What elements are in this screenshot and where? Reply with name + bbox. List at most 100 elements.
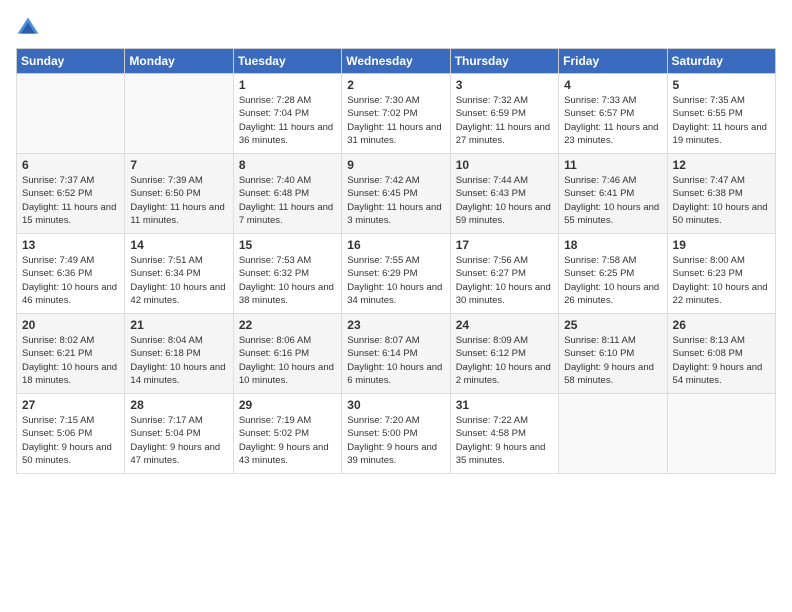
calendar-cell: 3Sunrise: 7:32 AM Sunset: 6:59 PM Daylig… [450, 74, 558, 154]
day-number: 19 [673, 238, 770, 252]
calendar-cell: 4Sunrise: 7:33 AM Sunset: 6:57 PM Daylig… [559, 74, 667, 154]
day-number: 20 [22, 318, 119, 332]
day-info: Sunrise: 8:06 AM Sunset: 6:16 PM Dayligh… [239, 334, 336, 387]
day-number: 28 [130, 398, 227, 412]
calendar-week-row: 6Sunrise: 7:37 AM Sunset: 6:52 PM Daylig… [17, 154, 776, 234]
day-info: Sunrise: 8:00 AM Sunset: 6:23 PM Dayligh… [673, 254, 770, 307]
calendar-cell: 31 Sunrise: 7:22 AM Sunset: 4:58 PM Dayli… [450, 394, 558, 474]
calendar-cell: 9 Sunrise: 7:42 AM Sunset: 6:45 PM Daylig… [342, 154, 450, 234]
calendar-cell [17, 74, 125, 154]
day-number: 8 [239, 158, 336, 172]
day-info: Sunrise: 7:46 AM Sunset: 6:41 PM Dayligh… [564, 174, 661, 227]
day-info: Sunrise: 7:58 AM Sunset: 6:25 PM Dayligh… [564, 254, 661, 307]
calendar-header-row: SundayMondayTuesdayWednesdayThursdayFrid… [17, 49, 776, 74]
day-number: 21 [130, 318, 227, 332]
day-info: Sunrise: 7:47 AM Sunset: 6:38 PM Dayligh… [673, 174, 770, 227]
calendar-cell [125, 74, 233, 154]
day-info: Sunrise: 8:07 AM Sunset: 6:14 PM Dayligh… [347, 334, 444, 387]
page-header [16, 16, 776, 40]
calendar-week-row: 13 Sunrise: 7:49 AM Sunset: 6:36 PM Dayli… [17, 234, 776, 314]
calendar-week-row: 27 Sunrise: 7:15 AM Sunset: 5:06 PM Dayli… [17, 394, 776, 474]
day-of-week-header: Saturday [667, 49, 775, 74]
day-number: 7 [130, 158, 227, 172]
day-info: Sunrise: 7:30 AM Sunset: 7:02 PM Dayligh… [347, 94, 444, 147]
calendar-cell: 26 Sunrise: 8:13 AM Sunset: 6:08 PM Dayli… [667, 314, 775, 394]
day-number: 24 [456, 318, 553, 332]
day-number: 1 [239, 78, 336, 92]
calendar-cell: 30Sunrise: 7:20 AM Sunset: 5:00 PM Dayli… [342, 394, 450, 474]
day-of-week-header: Monday [125, 49, 233, 74]
day-info: Sunrise: 7:40 AM Sunset: 6:48 PM Dayligh… [239, 174, 336, 227]
day-number: 27 [22, 398, 119, 412]
day-number: 15 [239, 238, 336, 252]
calendar-cell: 5Sunrise: 7:35 AM Sunset: 6:55 PM Daylig… [667, 74, 775, 154]
calendar-cell: 15Sunrise: 7:53 AM Sunset: 6:32 PM Dayli… [233, 234, 341, 314]
calendar-cell: 27 Sunrise: 7:15 AM Sunset: 5:06 PM Dayli… [17, 394, 125, 474]
calendar-cell: 19 Sunrise: 8:00 AM Sunset: 6:23 PM Dayli… [667, 234, 775, 314]
day-of-week-header: Sunday [17, 49, 125, 74]
day-number: 26 [673, 318, 770, 332]
calendar-cell: 11 Sunrise: 7:46 AM Sunset: 6:41 PM Dayli… [559, 154, 667, 234]
day-number: 29 [239, 398, 336, 412]
day-number: 10 [456, 158, 553, 172]
day-info: Sunrise: 7:51 AM Sunset: 6:34 PM Dayligh… [130, 254, 227, 307]
calendar-cell: 10 Sunrise: 7:44 AM Sunset: 6:43 PM Dayli… [450, 154, 558, 234]
day-number: 31 [456, 398, 553, 412]
day-info: Sunrise: 8:02 AM Sunset: 6:21 PM Dayligh… [22, 334, 119, 387]
day-of-week-header: Tuesday [233, 49, 341, 74]
day-info: Sunrise: 7:15 AM Sunset: 5:06 PM Dayligh… [22, 414, 119, 467]
calendar-cell: 14 Sunrise: 7:51 AM Sunset: 6:34 PM Dayli… [125, 234, 233, 314]
day-info: Sunrise: 7:49 AM Sunset: 6:36 PM Dayligh… [22, 254, 119, 307]
calendar-cell: 29 Sunrise: 7:19 AM Sunset: 5:02 PM Dayli… [233, 394, 341, 474]
calendar-cell: 20 Sunrise: 8:02 AM Sunset: 6:21 PM Dayli… [17, 314, 125, 394]
calendar-week-row: 1 Sunrise: 7:28 AM Sunset: 7:04 PM Daylig… [17, 74, 776, 154]
day-info: Sunrise: 8:11 AM Sunset: 6:10 PM Dayligh… [564, 334, 661, 387]
day-number: 11 [564, 158, 661, 172]
calendar-cell: 2 Sunrise: 7:30 AM Sunset: 7:02 PM Daylig… [342, 74, 450, 154]
day-number: 25 [564, 318, 661, 332]
day-info: Sunrise: 8:04 AM Sunset: 6:18 PM Dayligh… [130, 334, 227, 387]
day-number: 17 [456, 238, 553, 252]
day-info: Sunrise: 7:39 AM Sunset: 6:50 PM Dayligh… [130, 174, 227, 227]
day-info: Sunrise: 7:28 AM Sunset: 7:04 PM Dayligh… [239, 94, 336, 147]
calendar-cell: 12Sunrise: 7:47 AM Sunset: 6:38 PM Dayli… [667, 154, 775, 234]
day-number: 23 [347, 318, 444, 332]
day-number: 16 [347, 238, 444, 252]
day-of-week-header: Thursday [450, 49, 558, 74]
day-number: 18 [564, 238, 661, 252]
day-number: 2 [347, 78, 444, 92]
day-of-week-header: Friday [559, 49, 667, 74]
day-info: Sunrise: 7:44 AM Sunset: 6:43 PM Dayligh… [456, 174, 553, 227]
generalblue-logo-icon [16, 16, 40, 40]
calendar-cell: 16 Sunrise: 7:55 AM Sunset: 6:29 PM Dayli… [342, 234, 450, 314]
calendar-cell: 18 Sunrise: 7:58 AM Sunset: 6:25 PM Dayli… [559, 234, 667, 314]
day-info: Sunrise: 7:20 AM Sunset: 5:00 PM Dayligh… [347, 414, 444, 467]
calendar-cell: 23 Sunrise: 8:07 AM Sunset: 6:14 PM Dayli… [342, 314, 450, 394]
day-number: 6 [22, 158, 119, 172]
calendar-cell: 7 Sunrise: 7:39 AM Sunset: 6:50 PM Daylig… [125, 154, 233, 234]
calendar-cell: 21 Sunrise: 8:04 AM Sunset: 6:18 PM Dayli… [125, 314, 233, 394]
calendar-cell: 28 Sunrise: 7:17 AM Sunset: 5:04 PM Dayli… [125, 394, 233, 474]
day-info: Sunrise: 7:35 AM Sunset: 6:55 PM Dayligh… [673, 94, 770, 147]
calendar-cell [559, 394, 667, 474]
day-info: Sunrise: 8:09 AM Sunset: 6:12 PM Dayligh… [456, 334, 553, 387]
day-of-week-header: Wednesday [342, 49, 450, 74]
calendar-cell: 13 Sunrise: 7:49 AM Sunset: 6:36 PM Dayli… [17, 234, 125, 314]
day-number: 13 [22, 238, 119, 252]
calendar-cell: 17 Sunrise: 7:56 AM Sunset: 6:27 PM Dayli… [450, 234, 558, 314]
day-info: Sunrise: 7:32 AM Sunset: 6:59 PM Dayligh… [456, 94, 553, 147]
logo [16, 16, 44, 40]
day-number: 22 [239, 318, 336, 332]
day-info: Sunrise: 7:17 AM Sunset: 5:04 PM Dayligh… [130, 414, 227, 467]
day-info: Sunrise: 8:13 AM Sunset: 6:08 PM Dayligh… [673, 334, 770, 387]
day-number: 14 [130, 238, 227, 252]
day-info: Sunrise: 7:55 AM Sunset: 6:29 PM Dayligh… [347, 254, 444, 307]
day-info: Sunrise: 7:56 AM Sunset: 6:27 PM Dayligh… [456, 254, 553, 307]
calendar-cell: 8 Sunrise: 7:40 AM Sunset: 6:48 PM Daylig… [233, 154, 341, 234]
day-info: Sunrise: 7:19 AM Sunset: 5:02 PM Dayligh… [239, 414, 336, 467]
calendar-cell: 22 Sunrise: 8:06 AM Sunset: 6:16 PM Dayli… [233, 314, 341, 394]
day-number: 9 [347, 158, 444, 172]
calendar-cell: 6Sunrise: 7:37 AM Sunset: 6:52 PM Daylig… [17, 154, 125, 234]
day-info: Sunrise: 7:42 AM Sunset: 6:45 PM Dayligh… [347, 174, 444, 227]
day-info: Sunrise: 7:22 AM Sunset: 4:58 PM Dayligh… [456, 414, 553, 467]
